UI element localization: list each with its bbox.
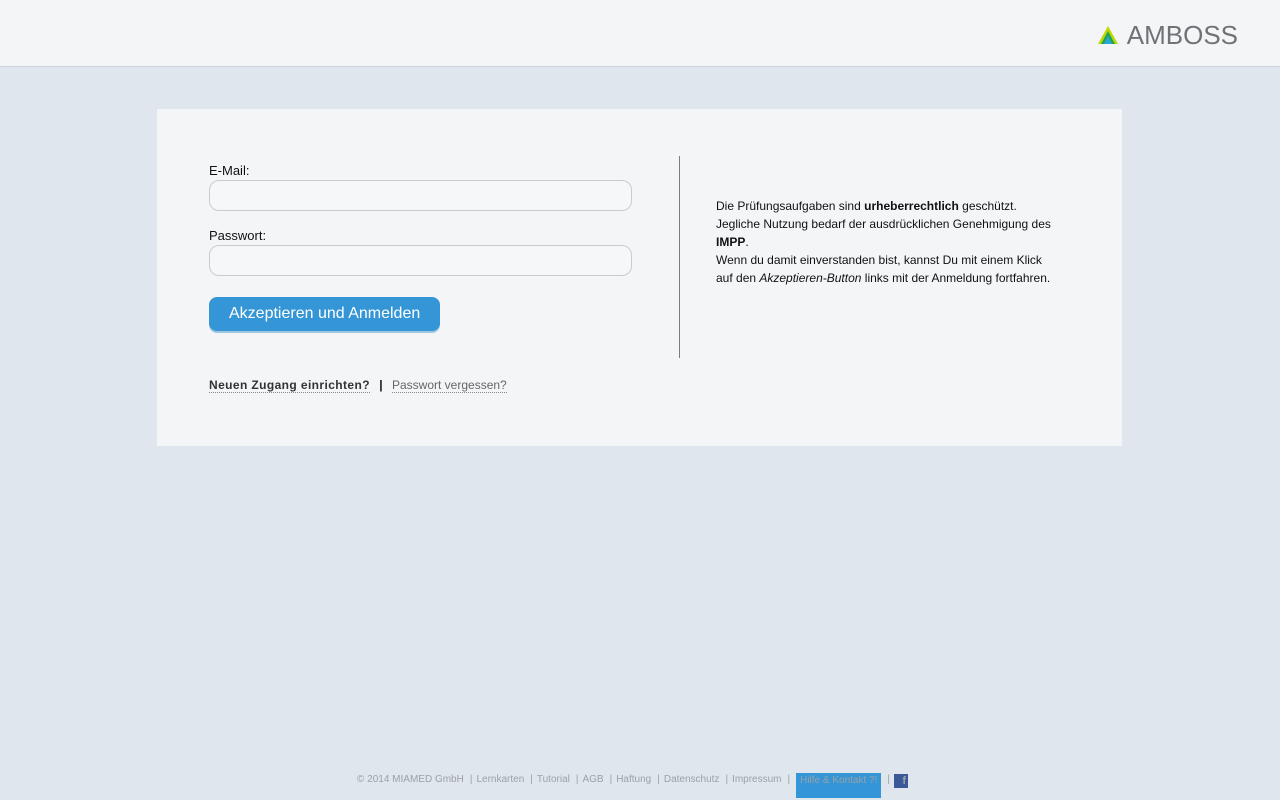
footer: © 2014 MIAMED GmbH | Lernkarten | Tutorial…: [357, 773, 908, 798]
help-contact-button[interactable]: Hilfe & Kontakt ?!: [796, 773, 882, 798]
account-links: Neuen Zugang einrichten? | Passwort verg…: [209, 378, 507, 393]
accept-and-login-button[interactable]: Akzeptieren und Anmelden: [209, 297, 441, 331]
new-account-link[interactable]: Neuen Zugang einrichten?: [209, 378, 370, 393]
password-label: Passwort:: [209, 228, 267, 243]
link-separator: |: [379, 378, 383, 392]
email-field[interactable]: [209, 180, 632, 211]
vertical-divider: [679, 156, 680, 358]
forgot-password-link[interactable]: Passwort vergessen?: [392, 378, 507, 393]
notice-text: .: [745, 235, 749, 249]
footer-link-lernkarten[interactable]: Lernkarten: [476, 773, 524, 787]
brand-name: AMBOSS: [1126, 20, 1238, 50]
footer-link-datenschutz[interactable]: Datenschutz: [664, 773, 720, 787]
top-header: AMBOSS: [0, 0, 1280, 67]
amboss-logo[interactable]: AMBOSS: [1097, 22, 1238, 48]
footer-link-tutorial[interactable]: Tutorial: [537, 773, 570, 787]
footer-link-agb[interactable]: AGB: [582, 773, 603, 787]
notice-bold-copyright: urheberrechtlich: [864, 199, 959, 213]
email-label: E-Mail:: [209, 163, 250, 178]
notice-bold-impp: IMPP: [716, 235, 746, 249]
amboss-triangle-logo-icon: [1097, 26, 1118, 44]
login-form: E-Mail: Passwort: Akzeptieren und Anmeld…: [209, 163, 632, 331]
copyright-notice: Die Prüfungsaufgaben sind urheberrechtli…: [716, 197, 1061, 287]
notice-text: links mit der Anmeldung fortfahren.: [861, 271, 1051, 285]
footer-link-haftung[interactable]: Haftung: [616, 773, 651, 787]
notice-italic-button: Akzeptieren-Button: [759, 271, 862, 285]
login-card: E-Mail: Passwort: Akzeptieren und Anmeld…: [157, 109, 1122, 446]
footer-copyright: © 2014 MIAMED GmbH: [357, 774, 464, 785]
notice-text: Die Prüfungsaufgaben sind: [716, 199, 865, 213]
footer-link-impressum[interactable]: Impressum: [732, 773, 781, 787]
facebook-icon[interactable]: f: [893, 774, 908, 788]
password-field[interactable]: [209, 245, 632, 276]
